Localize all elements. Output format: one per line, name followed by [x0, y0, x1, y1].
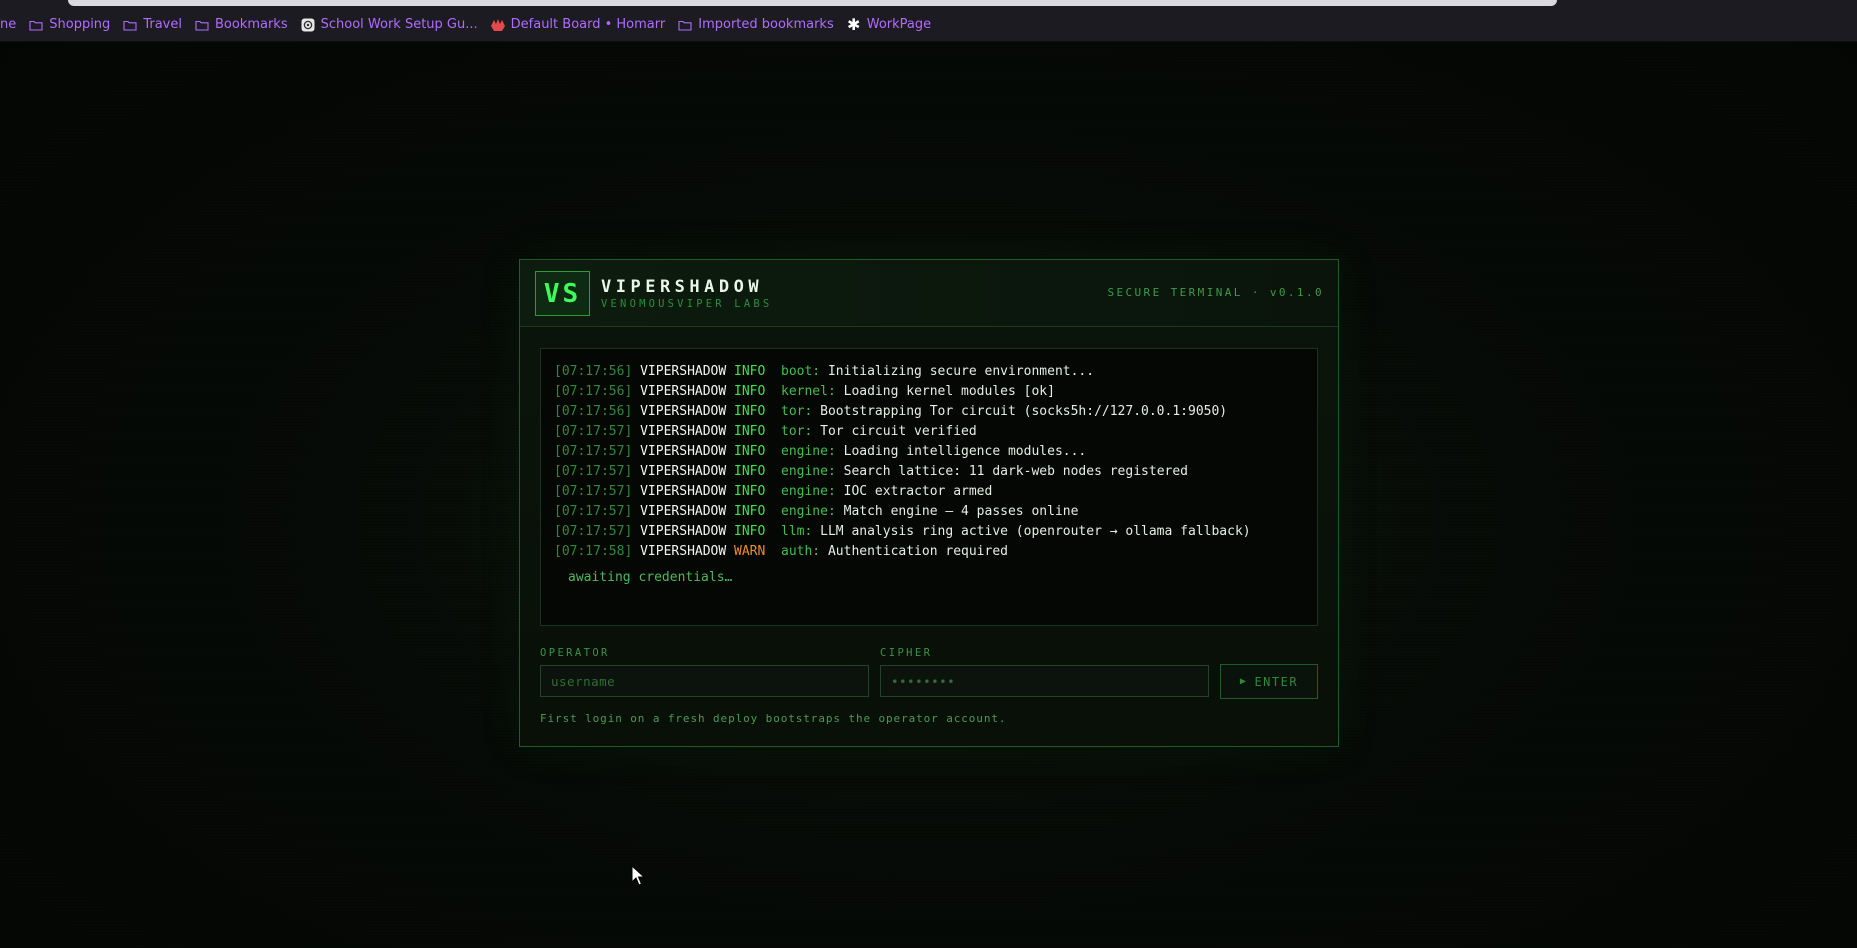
- play-icon: ▶: [1239, 676, 1248, 687]
- log-line: [07:17:57] VIPERSHADOW INFO engine: Matc…: [554, 504, 1079, 519]
- bookmark-travel[interactable]: Travel: [116, 13, 188, 37]
- awaiting-credentials: awaiting credentials…: [568, 570, 733, 585]
- bookmark-homarr[interactable]: Default Board • Homarr: [484, 13, 672, 37]
- boot-log: [07:17:56] VIPERSHADOW INFO boot: Initia…: [540, 348, 1318, 626]
- log-line: [07:17:57] VIPERSHADOW INFO engine: Load…: [554, 444, 1087, 459]
- operator-label: OPERATOR: [540, 647, 610, 659]
- enter-button-label: ENTER: [1254, 674, 1299, 689]
- asterisk-icon: ✱: [847, 15, 861, 34]
- bookmark-label: Imported bookmarks: [698, 17, 834, 32]
- cipher-label: CIPHER: [880, 647, 933, 659]
- log-line: [07:17:56] VIPERSHADOW INFO tor: Bootstr…: [554, 404, 1228, 419]
- bootstrap-hint: First login on a fresh deploy bootstraps…: [540, 712, 1007, 725]
- folder-icon: [122, 17, 138, 33]
- bookmark-bookmarks[interactable]: Bookmarks: [188, 13, 294, 37]
- log-line: [07:17:57] VIPERSHADOW INFO tor: Tor cir…: [554, 424, 977, 439]
- version-tag: SECURE TERMINAL · v0.1.0: [1107, 286, 1324, 299]
- bookmark-label: Default Board • Homarr: [510, 17, 666, 32]
- brand-name: VIPERSHADOW: [601, 277, 764, 297]
- bookmark-label: School Work Setup Gu...: [320, 17, 478, 32]
- bookmark-cut-off[interactable]: ne: [0, 13, 22, 37]
- card-header: VS VIPERSHADOW VENOMOUSVIPER LABS SECURE…: [520, 260, 1338, 327]
- bookmark-label: Shopping: [49, 17, 111, 32]
- log-line: [07:17:56] VIPERSHADOW INFO boot: Initia…: [554, 364, 1095, 379]
- bookmark-label: ne: [0, 17, 17, 32]
- folder-icon: [194, 17, 210, 33]
- cipher-input[interactable]: [880, 665, 1209, 697]
- address-bar[interactable]: [68, 0, 1557, 6]
- log-line: [07:17:57] VIPERSHADOW INFO engine: IOC …: [554, 484, 993, 499]
- log-line: [07:17:58] VIPERSHADOW WARN auth: Authen…: [554, 544, 1008, 559]
- log-line: [07:17:57] VIPERSHADOW INFO engine: Sear…: [554, 464, 1188, 479]
- enter-button[interactable]: ▶ ENTER: [1220, 664, 1318, 699]
- mouse-cursor-icon: [631, 865, 645, 886]
- log-line: [07:17:56] VIPERSHADOW INFO kernel: Load…: [554, 384, 1055, 399]
- log-line: [07:17:57] VIPERSHADOW INFO llm: LLM ana…: [554, 524, 1251, 539]
- openai-icon: [300, 17, 316, 33]
- folder-icon: [28, 17, 44, 33]
- bookmarks-bar: ne Shopping Travel Bookmarks School Work…: [0, 8, 1857, 42]
- bookmark-label: Travel: [143, 17, 182, 32]
- bookmark-workpage[interactable]: ✱ WorkPage: [840, 13, 937, 37]
- bookmark-shopping[interactable]: Shopping: [22, 13, 116, 37]
- operator-input[interactable]: [540, 665, 869, 697]
- homarr-icon: [490, 17, 506, 33]
- bookmark-imported[interactable]: Imported bookmarks: [671, 13, 840, 37]
- bookmark-label: WorkPage: [866, 17, 932, 32]
- login-card: VS VIPERSHADOW VENOMOUSVIPER LABS SECURE…: [519, 259, 1339, 747]
- vs-logo: VS: [535, 271, 590, 316]
- folder-icon: [677, 17, 693, 33]
- browser-top-strip: [0, 0, 1857, 8]
- brand-subtitle: VENOMOUSVIPER LABS: [601, 298, 773, 310]
- bookmark-school-work[interactable]: School Work Setup Gu...: [294, 13, 484, 37]
- bookmark-label: Bookmarks: [214, 17, 288, 32]
